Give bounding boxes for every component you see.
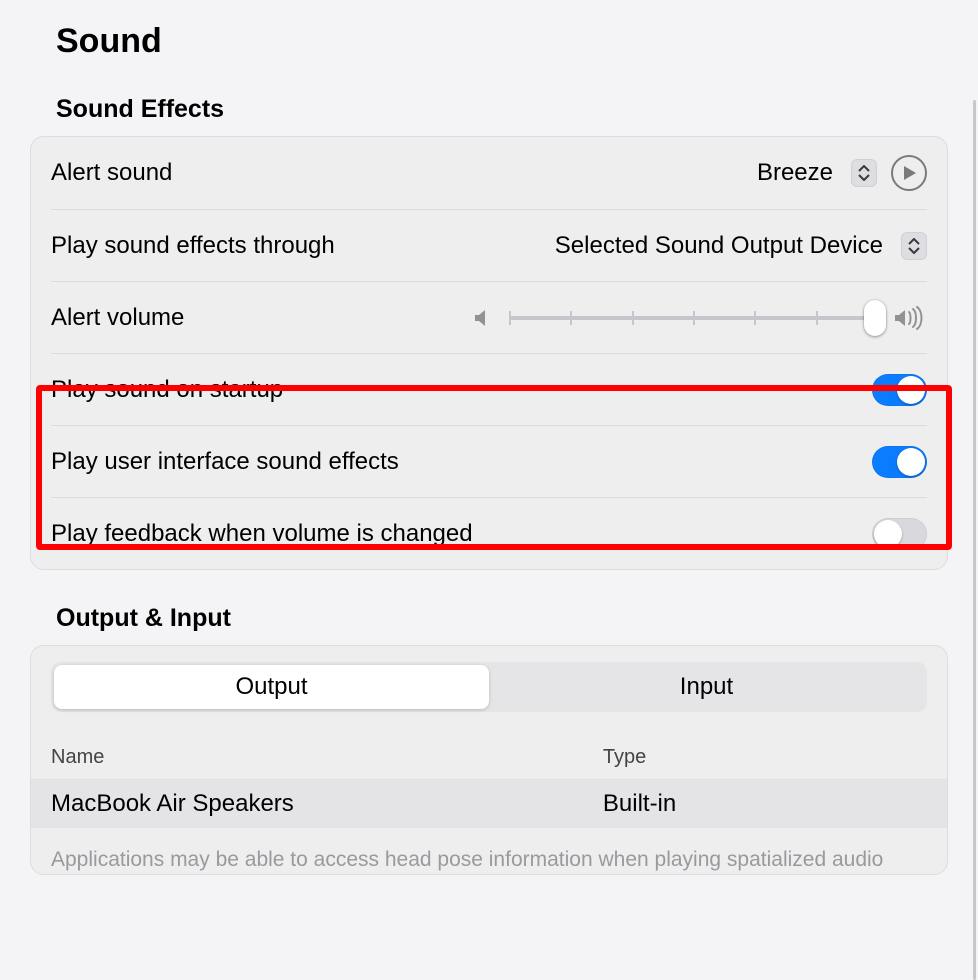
segmented-output-input: Output Input xyxy=(51,662,927,712)
row-alert-sound: Alert sound Breeze xyxy=(51,137,927,209)
tab-input[interactable]: Input xyxy=(489,665,924,709)
toggle-ui-effects[interactable] xyxy=(872,446,927,478)
toggle-startup-sound[interactable] xyxy=(872,374,927,406)
chevron-down-icon xyxy=(858,173,870,181)
chevron-up-icon xyxy=(858,165,870,173)
volume-low-icon xyxy=(471,306,495,330)
play-alert-button[interactable] xyxy=(891,155,927,191)
row-feedback: Play feedback when volume is changed xyxy=(51,497,927,569)
sound-effects-card: Alert sound Breeze Play sound effects th… xyxy=(30,136,948,570)
alert-sound-value: Breeze xyxy=(757,159,833,187)
row-play-through: Play sound effects through Selected Soun… xyxy=(51,209,927,281)
label-play-through: Play sound effects through xyxy=(51,232,555,260)
label-startup-sound: Play sound on startup xyxy=(51,376,872,404)
label-ui-effects: Play user interface sound effects xyxy=(51,448,872,476)
page-title: Sound xyxy=(56,22,948,61)
row-ui-effects: Play user interface sound effects xyxy=(51,425,927,497)
tab-output[interactable]: Output xyxy=(54,665,489,709)
toggle-feedback[interactable] xyxy=(872,518,927,550)
output-input-card: Output Input Name Type MacBook Air Speak… xyxy=(30,645,948,875)
section-heading-output-input: Output & Input xyxy=(56,604,948,633)
row-startup-sound: Play sound on startup xyxy=(51,353,927,425)
play-through-popup[interactable] xyxy=(901,232,927,260)
col-header-name: Name xyxy=(51,746,603,769)
scrollbar[interactable] xyxy=(973,100,976,980)
chevron-down-icon xyxy=(908,246,920,254)
volume-high-icon xyxy=(893,306,927,330)
play-icon xyxy=(903,165,917,181)
table-header: Name Type xyxy=(31,736,947,780)
device-table: Name Type MacBook Air Speakers Built-in xyxy=(31,736,947,828)
alert-volume-slider[interactable] xyxy=(509,303,879,333)
play-through-value: Selected Sound Output Device xyxy=(555,232,883,260)
device-name: MacBook Air Speakers xyxy=(51,790,603,818)
label-alert-volume: Alert volume xyxy=(51,304,471,332)
label-alert-sound: Alert sound xyxy=(51,159,757,187)
footnote: Applications may be able to access head … xyxy=(51,828,927,874)
table-row[interactable]: MacBook Air Speakers Built-in xyxy=(31,780,947,828)
alert-sound-popup[interactable] xyxy=(851,159,877,187)
section-heading-sound-effects: Sound Effects xyxy=(56,95,948,124)
row-alert-volume: Alert volume xyxy=(51,281,927,353)
slider-thumb[interactable] xyxy=(864,300,886,336)
chevron-up-icon xyxy=(908,238,920,246)
col-header-type: Type xyxy=(603,746,927,769)
label-feedback: Play feedback when volume is changed xyxy=(51,520,872,548)
device-type: Built-in xyxy=(603,790,927,818)
